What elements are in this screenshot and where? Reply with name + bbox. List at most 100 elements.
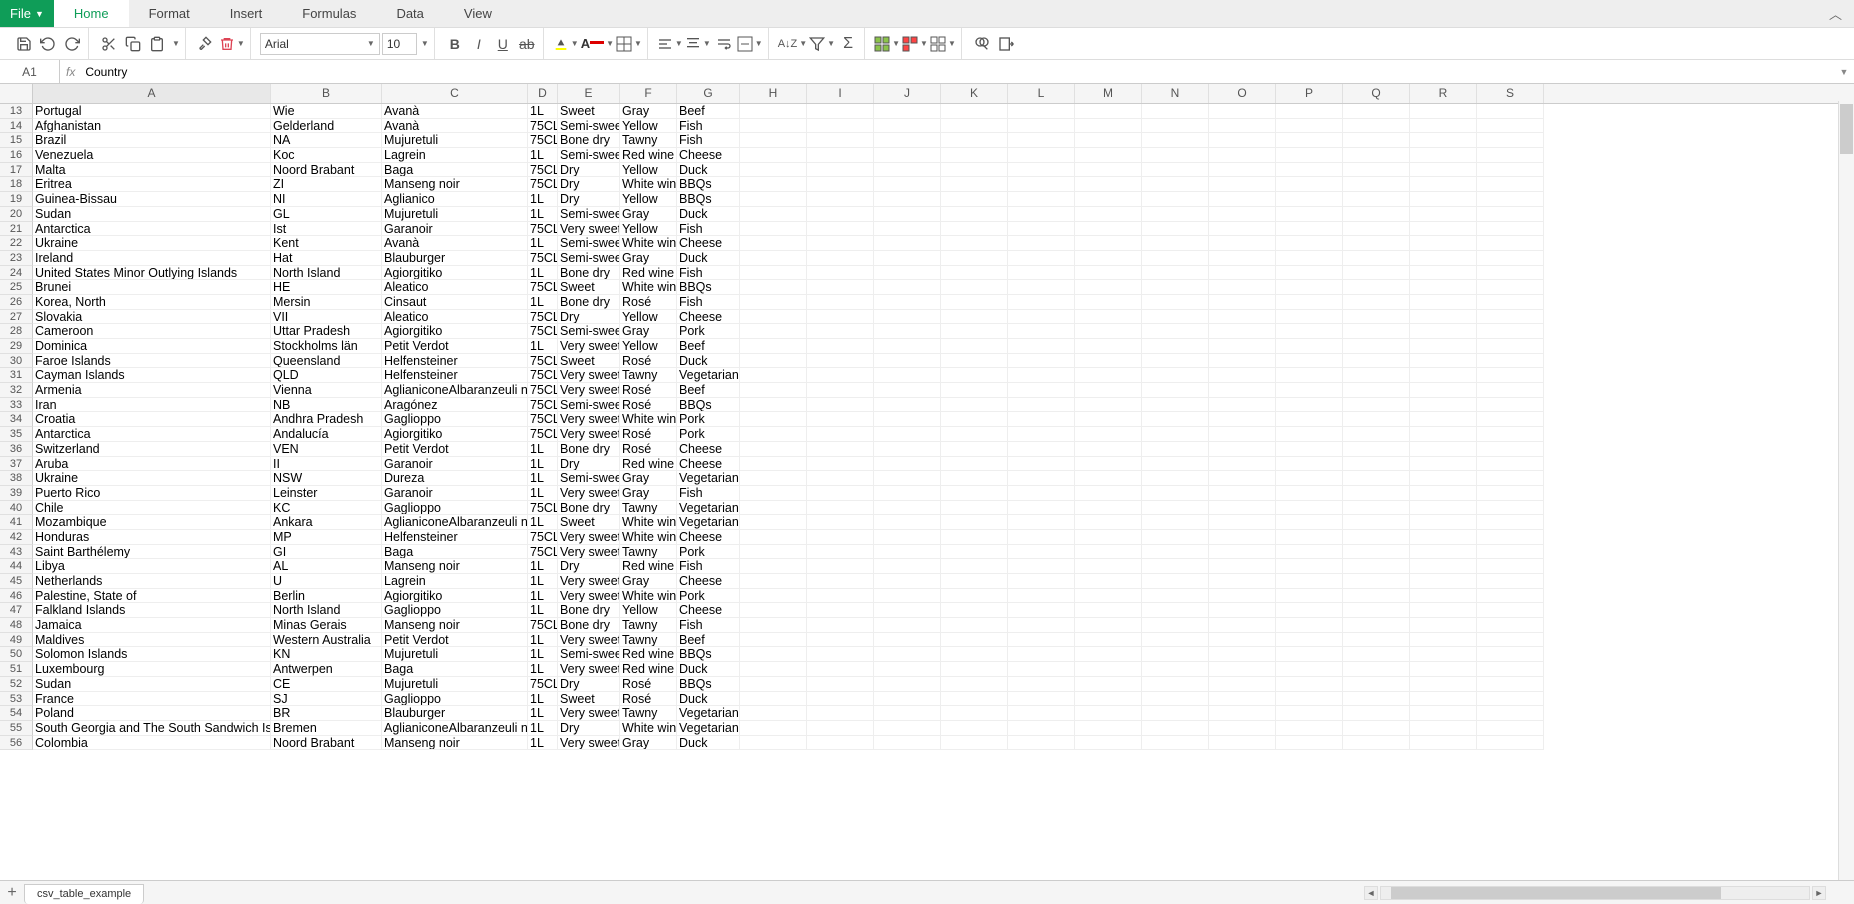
cell[interactable]: [1477, 427, 1544, 442]
cell[interactable]: QLD: [271, 368, 382, 383]
cell[interactable]: Very sweet: [558, 736, 620, 751]
cell[interactable]: [1142, 354, 1209, 369]
cell[interactable]: [740, 398, 807, 413]
cell[interactable]: [1276, 383, 1343, 398]
cell[interactable]: Gray: [620, 324, 677, 339]
cell[interactable]: [874, 104, 941, 119]
cell[interactable]: [1276, 339, 1343, 354]
cell[interactable]: [807, 486, 874, 501]
cell[interactable]: [1142, 442, 1209, 457]
cell[interactable]: [1142, 677, 1209, 692]
cell[interactable]: GL: [271, 207, 382, 222]
cell[interactable]: Semi-sweet: [558, 324, 620, 339]
cell[interactable]: [1008, 486, 1075, 501]
cell[interactable]: Wie: [271, 104, 382, 119]
cell[interactable]: Bone dry: [558, 266, 620, 281]
cell[interactable]: [941, 266, 1008, 281]
cell[interactable]: [1477, 222, 1544, 237]
cell[interactable]: [1410, 104, 1477, 119]
cell[interactable]: Koc: [271, 148, 382, 163]
cell[interactable]: Rosé: [620, 442, 677, 457]
cell[interactable]: Luxembourg: [33, 662, 271, 677]
cell[interactable]: [1343, 501, 1410, 516]
cell[interactable]: [874, 457, 941, 472]
cell[interactable]: 1L: [528, 486, 558, 501]
cell[interactable]: [1209, 662, 1276, 677]
cell[interactable]: Pork: [677, 545, 740, 560]
cell[interactable]: [740, 647, 807, 662]
cell[interactable]: [941, 545, 1008, 560]
cell[interactable]: Manseng noir: [382, 177, 528, 192]
cell[interactable]: [1075, 207, 1142, 222]
cell[interactable]: [1075, 574, 1142, 589]
cell[interactable]: [1075, 530, 1142, 545]
cell[interactable]: Vegetarian: [677, 501, 740, 516]
cell[interactable]: [941, 442, 1008, 457]
cell[interactable]: Sweet: [558, 692, 620, 707]
cell[interactable]: [1075, 148, 1142, 163]
cell[interactable]: [740, 677, 807, 692]
cell[interactable]: [874, 266, 941, 281]
cell[interactable]: [1209, 148, 1276, 163]
cell[interactable]: [807, 398, 874, 413]
cell[interactable]: [1477, 442, 1544, 457]
cell[interactable]: [1008, 427, 1075, 442]
cell[interactable]: [1410, 427, 1477, 442]
row-header[interactable]: 14: [0, 119, 33, 134]
cell[interactable]: White wine: [620, 515, 677, 530]
cell[interactable]: [1209, 618, 1276, 633]
cell[interactable]: 1L: [528, 706, 558, 721]
cell[interactable]: [807, 692, 874, 707]
cell[interactable]: [1276, 207, 1343, 222]
cell[interactable]: [1075, 662, 1142, 677]
font-size-select[interactable]: 10: [382, 33, 417, 55]
cell[interactable]: [1276, 706, 1343, 721]
cell[interactable]: [807, 706, 874, 721]
cell[interactable]: [941, 736, 1008, 751]
cell[interactable]: GI: [271, 545, 382, 560]
cell[interactable]: Cayman Islands: [33, 368, 271, 383]
cell[interactable]: [807, 603, 874, 618]
cell[interactable]: [1209, 706, 1276, 721]
cell[interactable]: Brunei: [33, 280, 271, 295]
cell[interactable]: 75CL: [528, 324, 558, 339]
cell[interactable]: Ireland: [33, 251, 271, 266]
cell[interactable]: AL: [271, 559, 382, 574]
cell[interactable]: Faroe Islands: [33, 354, 271, 369]
cell[interactable]: [807, 251, 874, 266]
cell[interactable]: NA: [271, 133, 382, 148]
cell[interactable]: [941, 633, 1008, 648]
cell[interactable]: [740, 501, 807, 516]
cell[interactable]: [1477, 104, 1544, 119]
cell[interactable]: Switzerland: [33, 442, 271, 457]
cell[interactable]: [1209, 207, 1276, 222]
cell[interactable]: [1477, 177, 1544, 192]
paste-dropdown[interactable]: ▼: [170, 39, 180, 48]
cell[interactable]: Bone dry: [558, 618, 620, 633]
cell[interactable]: [874, 677, 941, 692]
cell[interactable]: [1477, 398, 1544, 413]
row-header[interactable]: 24: [0, 266, 33, 281]
cell[interactable]: [740, 324, 807, 339]
cell[interactable]: [807, 104, 874, 119]
cell[interactable]: [1075, 442, 1142, 457]
cell[interactable]: [941, 603, 1008, 618]
cell[interactable]: [1343, 545, 1410, 560]
cell[interactable]: [1276, 133, 1343, 148]
cell[interactable]: [1142, 633, 1209, 648]
cell[interactable]: Petit Verdot: [382, 339, 528, 354]
cell[interactable]: Cheese: [677, 236, 740, 251]
cell[interactable]: [807, 324, 874, 339]
cell[interactable]: Solomon Islands: [33, 647, 271, 662]
cell[interactable]: [740, 119, 807, 134]
cell[interactable]: [740, 662, 807, 677]
cell[interactable]: [941, 427, 1008, 442]
cell[interactable]: [941, 677, 1008, 692]
cell[interactable]: Lagrein: [382, 148, 528, 163]
cell[interactable]: Noord Brabant: [271, 736, 382, 751]
cell[interactable]: [1477, 515, 1544, 530]
cell[interactable]: Uttar Pradesh: [271, 324, 382, 339]
cell[interactable]: [1209, 104, 1276, 119]
cell[interactable]: [807, 501, 874, 516]
cell[interactable]: [1008, 501, 1075, 516]
